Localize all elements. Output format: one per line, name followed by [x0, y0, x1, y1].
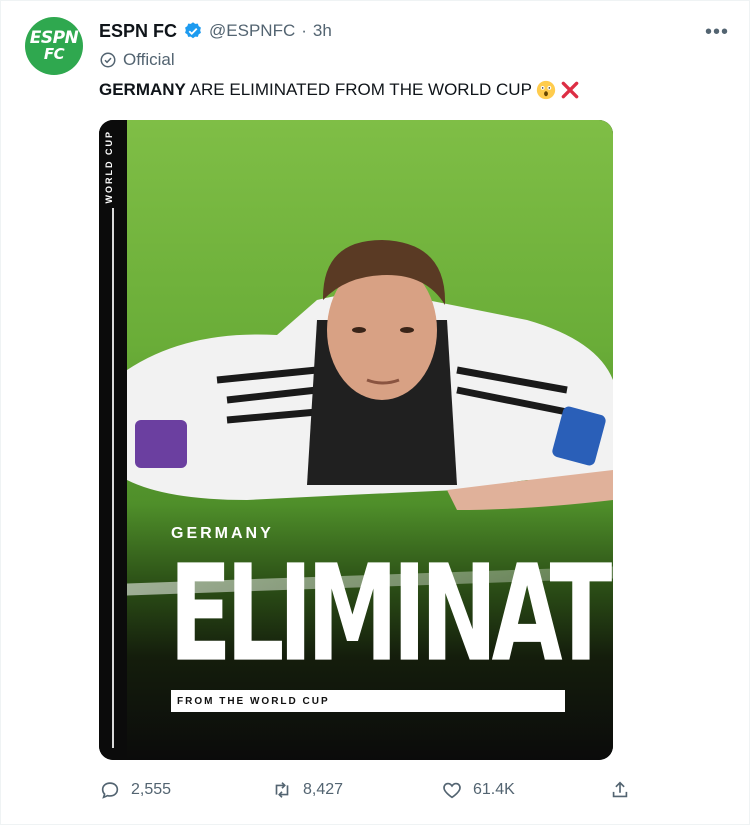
retweet-button[interactable]: 8,427: [271, 779, 343, 801]
headline-big: ELIMINATED: [169, 536, 613, 692]
separator-dot: ·: [301, 21, 307, 40]
share-icon: [612, 781, 628, 798]
player-figure: [127, 240, 613, 510]
side-label: WORLD CUP: [104, 130, 114, 204]
official-check-icon: [100, 52, 116, 68]
official-text: Official: [123, 50, 175, 69]
tweet-actions: 2,555 8,427 61.4K: [99, 779, 639, 803]
reply-count: 2,555: [131, 781, 172, 798]
retweet-count: 8,427: [303, 781, 344, 798]
like-button[interactable]: 61.4K: [441, 779, 515, 801]
account-handle[interactable]: @ESPNFC: [209, 21, 295, 41]
tweet-media-image[interactable]: WORLD CUP GERMANY ELIMINATED FROM THE WO…: [99, 120, 613, 760]
side-divider-line: [112, 208, 114, 748]
account-name[interactable]: ESPN FC: [99, 21, 177, 42]
tweet-card: ESPN FC ESPN FC @ESPNFC · 3h ••• Officia…: [0, 0, 750, 825]
retweet-icon: [275, 782, 289, 798]
verified-badge-icon: [185, 22, 201, 39]
cross-mark-emoji-icon: [561, 81, 579, 99]
tweet-text-bold: GERMANY: [99, 80, 186, 99]
heart-icon: [443, 782, 461, 799]
tweet-text-rest: ARE ELIMINATED FROM THE WORLD CUP: [185, 80, 532, 99]
share-button[interactable]: [609, 779, 631, 801]
headline-banner: FROM THE WORLD CUP: [171, 690, 565, 712]
tweet-text: GERMANY ARE ELIMINATED FROM THE WORLD CU…: [99, 80, 580, 100]
avatar-logo-text-2: FC: [43, 45, 65, 63]
astonished-face-emoji-icon: [536, 80, 556, 100]
tweet-header: ESPN FC @ESPNFC · 3h: [99, 19, 332, 43]
official-label: Official: [99, 50, 175, 70]
more-options-icon[interactable]: •••: [705, 21, 729, 44]
reply-icon: [101, 782, 119, 799]
reply-button[interactable]: 2,555: [99, 779, 171, 801]
tweet-timestamp[interactable]: 3h: [313, 21, 332, 41]
avatar[interactable]: ESPN FC: [25, 17, 83, 75]
like-count: 61.4K: [473, 781, 515, 798]
avatar-logo-text-1: ESPN: [29, 28, 79, 48]
